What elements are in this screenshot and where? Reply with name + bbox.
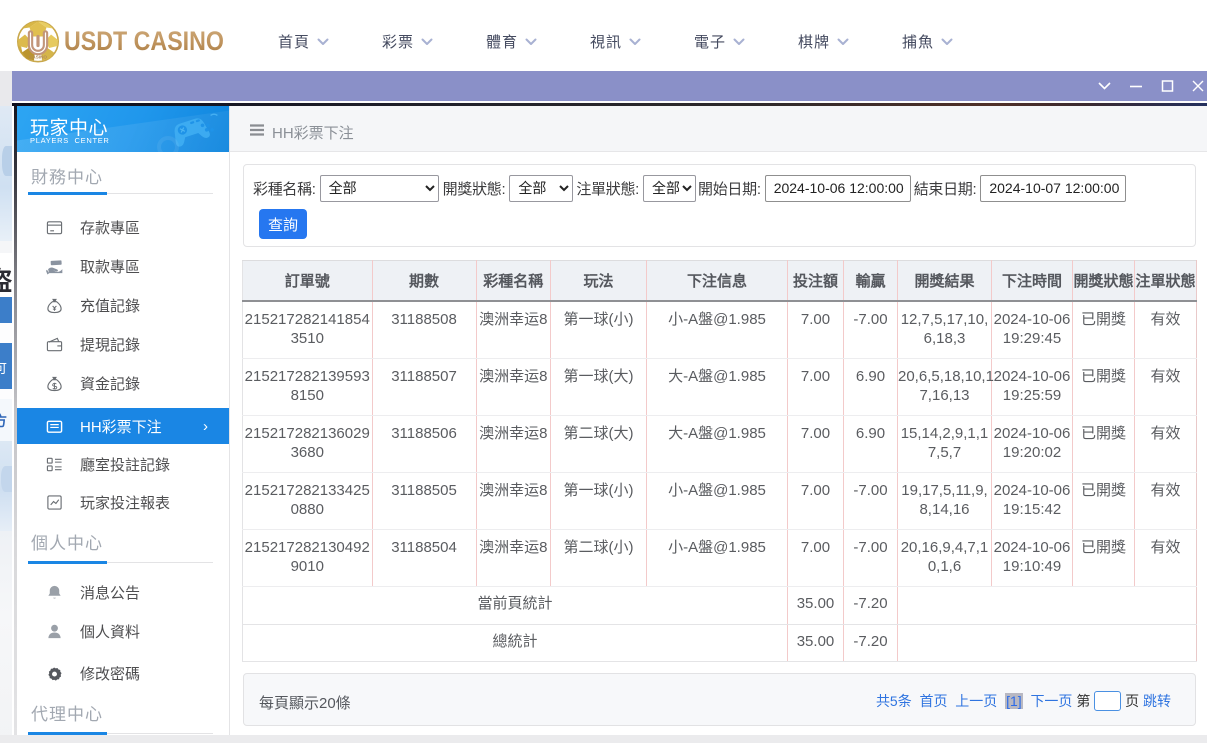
svg-text:CASINO: CASINO — [29, 55, 47, 60]
